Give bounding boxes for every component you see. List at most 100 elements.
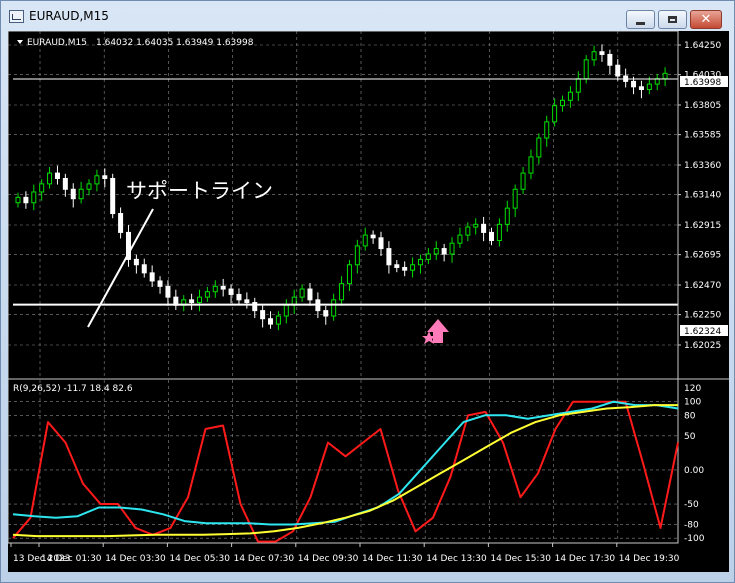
candle[interactable]: [575, 78, 581, 93]
candle[interactable]: [94, 175, 100, 185]
candle[interactable]: [283, 304, 289, 317]
ohlc-readout: 1.64032 1.64035 1.63949 1.63998: [96, 38, 254, 48]
candle[interactable]: [141, 264, 147, 274]
candle[interactable]: [118, 213, 124, 233]
candle[interactable]: [457, 234, 463, 244]
candle[interactable]: [268, 318, 274, 325]
candle[interactable]: [394, 264, 400, 268]
indicator-tick-label: 0.00: [684, 466, 704, 476]
candle[interactable]: [54, 172, 60, 179]
candle[interactable]: [417, 258, 423, 266]
candle[interactable]: [133, 258, 139, 266]
candle[interactable]: [346, 264, 352, 285]
candle[interactable]: [149, 272, 155, 282]
indicator-tick-label: 50: [684, 432, 696, 442]
candle[interactable]: [110, 177, 116, 215]
candle[interactable]: [212, 285, 218, 293]
candle[interactable]: [402, 266, 408, 271]
indicator-label: R(9,26,52) -11.7 18.4 82.6: [13, 384, 133, 394]
candle[interactable]: [599, 51, 605, 55]
candle[interactable]: [62, 177, 68, 190]
candle[interactable]: [662, 72, 668, 80]
current-price-label: 1.63998: [684, 78, 721, 88]
candle[interactable]: [275, 315, 281, 325]
candle[interactable]: [433, 248, 439, 255]
candle[interactable]: [157, 280, 163, 287]
candle[interactable]: [583, 59, 589, 80]
candle[interactable]: [86, 183, 92, 190]
candle[interactable]: [165, 285, 171, 298]
candle[interactable]: [449, 242, 455, 255]
candle[interactable]: [536, 137, 542, 158]
candle[interactable]: [236, 293, 242, 301]
candle[interactable]: [78, 188, 84, 200]
candle[interactable]: [473, 223, 479, 228]
chart-area[interactable]: サポートライン EURAUD,M15 1.64032 1.64035 1.639…: [7, 30, 729, 572]
candle[interactable]: [441, 248, 447, 255]
candle[interactable]: [646, 83, 652, 90]
candle[interactable]: [102, 175, 108, 179]
minimize-icon: [627, 11, 654, 28]
candle[interactable]: [31, 191, 37, 204]
minimize-button[interactable]: [626, 10, 655, 29]
candle[interactable]: [386, 248, 392, 266]
candle[interactable]: [552, 105, 558, 123]
dropdown-icon[interactable]: [17, 40, 23, 44]
candle[interactable]: [654, 78, 660, 85]
candle[interactable]: [512, 188, 518, 209]
candle[interactable]: [378, 237, 384, 250]
candle[interactable]: [631, 80, 637, 88]
candle[interactable]: [481, 223, 487, 233]
candle[interactable]: [488, 231, 494, 242]
candle[interactable]: [638, 86, 644, 90]
indicator-tick-label: -50: [684, 500, 699, 510]
indicator-mid-line[interactable]: [12, 400, 679, 526]
candle[interactable]: [496, 223, 502, 242]
candle[interactable]: [299, 288, 305, 298]
candle[interactable]: [425, 253, 431, 260]
candle[interactable]: [567, 91, 573, 101]
candle[interactable]: [465, 226, 471, 236]
window-title: EURAUD,M15: [29, 9, 109, 23]
candle[interactable]: [197, 296, 203, 304]
time-label: 14 Dec 15:30: [490, 554, 551, 564]
candle[interactable]: [544, 121, 550, 139]
candle[interactable]: [15, 196, 21, 204]
candle[interactable]: [307, 288, 313, 301]
candle[interactable]: [189, 299, 195, 304]
candle[interactable]: [323, 310, 329, 317]
time-label: 14 Dec 05:30: [169, 554, 230, 564]
candle[interactable]: [362, 234, 368, 247]
candle[interactable]: [354, 245, 360, 266]
maximize-button[interactable]: [658, 10, 687, 29]
candle[interactable]: [39, 183, 45, 193]
indicator-tick-label: -100: [684, 534, 705, 544]
indicator-fast-line[interactable]: [12, 400, 679, 543]
candle[interactable]: [244, 299, 250, 304]
indicator-tick-label: 100: [684, 398, 701, 408]
indicator-tick-label: 120: [684, 384, 701, 394]
candle[interactable]: [615, 64, 621, 77]
candle[interactable]: [528, 156, 534, 174]
candle[interactable]: [220, 285, 226, 290]
candle[interactable]: [560, 99, 566, 107]
candle[interactable]: [410, 264, 416, 271]
close-button[interactable]: ✕: [690, 10, 722, 29]
title-bar[interactable]: EURAUD,M15 ✕: [1, 1, 734, 31]
candle[interactable]: [370, 234, 376, 239]
candle[interactable]: [70, 188, 76, 200]
candle[interactable]: [520, 172, 526, 190]
indicator-slow-line[interactable]: [12, 404, 678, 538]
price-tick-label: 1.62695: [684, 251, 721, 261]
candle[interactable]: [47, 172, 53, 185]
candle[interactable]: [591, 51, 597, 61]
candle[interactable]: [204, 291, 210, 298]
candle[interactable]: [23, 196, 29, 204]
candle[interactable]: [228, 288, 234, 295]
candle[interactable]: [607, 53, 613, 66]
candle[interactable]: [504, 207, 510, 225]
candle[interactable]: [339, 283, 345, 301]
candle[interactable]: [331, 299, 337, 317]
chart-canvas[interactable]: サポートライン EURAUD,M15 1.64032 1.64035 1.639…: [7, 30, 729, 572]
candle[interactable]: [260, 310, 266, 320]
